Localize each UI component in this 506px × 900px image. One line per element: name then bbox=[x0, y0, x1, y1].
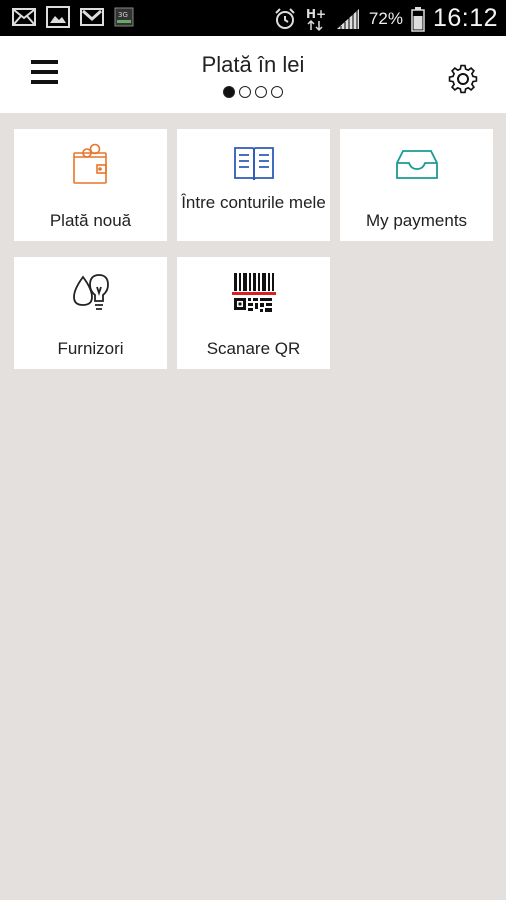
drop-bulb-icon bbox=[72, 274, 109, 310]
app-bar: Plată în lei bbox=[0, 36, 506, 113]
svg-text:3G: 3G bbox=[118, 11, 128, 19]
tile-scan-qr[interactable]: Scanare QR bbox=[177, 257, 330, 369]
clock: 16:12 bbox=[432, 4, 498, 32]
gear-icon bbox=[448, 64, 478, 94]
3g-app-icon: 3G bbox=[114, 7, 134, 27]
page-dot[interactable] bbox=[223, 86, 235, 98]
settings-button[interactable] bbox=[446, 62, 480, 96]
system-icons: H+ 72% 16:12 bbox=[273, 4, 498, 33]
tile-label: My payments bbox=[365, 211, 468, 230]
page-dot[interactable] bbox=[271, 86, 283, 98]
status-bar: 3G H+ 72% 16:12 bbox=[0, 0, 506, 36]
battery-icon bbox=[411, 6, 425, 32]
gmail-icon bbox=[80, 8, 104, 26]
mail-icon bbox=[12, 8, 36, 26]
tile-between-my-accounts[interactable]: Între conturile mele bbox=[177, 129, 330, 241]
inbox-tray-icon bbox=[395, 150, 438, 179]
page-dot[interactable] bbox=[255, 86, 267, 98]
svg-text:H+: H+ bbox=[306, 7, 326, 21]
book-icon bbox=[233, 147, 274, 181]
menu-icon-line bbox=[31, 80, 58, 84]
network-type-icon: H+ bbox=[306, 7, 326, 31]
tile-label: Furnizori bbox=[57, 339, 124, 358]
tile-label: Scanare QR bbox=[206, 339, 301, 358]
tile-my-payments[interactable]: My payments bbox=[340, 129, 493, 241]
battery-percentage: 72% bbox=[368, 8, 403, 28]
wallet-icon bbox=[72, 143, 107, 184]
page-indicator bbox=[0, 86, 506, 98]
tile-suppliers[interactable]: Furnizori bbox=[14, 257, 167, 369]
tile-new-payment[interactable]: Plată nouă bbox=[14, 129, 167, 241]
page-title: Plată în lei bbox=[201, 52, 305, 77]
tile-label: Plată nouă bbox=[49, 211, 132, 230]
alarm-icon bbox=[275, 7, 295, 29]
signal-icon bbox=[336, 8, 359, 29]
barcode-qr-icon bbox=[231, 273, 276, 312]
page-dot[interactable] bbox=[239, 86, 251, 98]
gallery-icon bbox=[46, 6, 70, 28]
tile-label: Între conturile mele bbox=[181, 193, 326, 212]
notification-icons: 3G bbox=[12, 6, 134, 28]
